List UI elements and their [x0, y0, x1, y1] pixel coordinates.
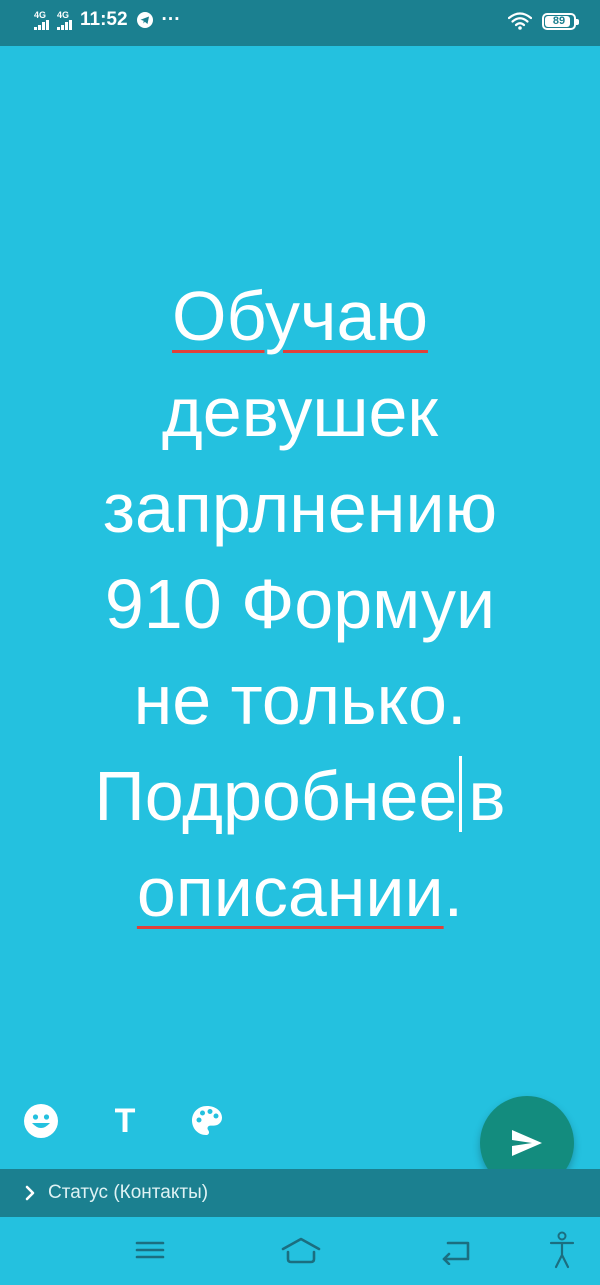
chevron-right-icon: [24, 1185, 36, 1201]
network-type-label: 4G: [57, 9, 70, 20]
text-line: Обучаю: [172, 277, 428, 355]
font-style-button[interactable]: T: [106, 1102, 144, 1140]
telegram-icon: [136, 12, 153, 28]
text-caret: [459, 756, 463, 832]
emoji-button[interactable]: [22, 1102, 60, 1140]
status-text-editor[interactable]: Обучаю девушек запрлнению 910 Формуи не …: [0, 268, 600, 940]
nav-accessibility-button[interactable]: [548, 1231, 576, 1271]
status-bar: 4G 4G 11:52 ··· 89: [0, 0, 600, 46]
misspelled-word: описании: [136, 853, 444, 931]
nav-back-button[interactable]: [440, 1235, 474, 1265]
signal-icon: 4G: [34, 9, 49, 30]
nav-home-button[interactable]: [280, 1235, 322, 1265]
menu-icon: [135, 1241, 165, 1259]
text-line: девушек: [161, 373, 439, 451]
status-privacy-bar[interactable]: Статус (Контакты): [0, 1169, 600, 1217]
text-line: описании.: [0, 844, 600, 940]
wifi-icon: [508, 12, 532, 30]
clock: 11:52: [80, 9, 128, 30]
status-bar-right: 89: [508, 12, 579, 30]
send-icon: [512, 1130, 542, 1156]
back-icon: [442, 1241, 470, 1265]
signal-icon: 4G: [57, 9, 72, 30]
text-line: 910 Формуи: [104, 565, 496, 643]
nav-menu-button[interactable]: [134, 1235, 166, 1265]
status-audience-label: Статус (Контакты): [48, 1182, 209, 1203]
accessibility-icon: [549, 1231, 575, 1269]
text-after-caret: в: [468, 757, 506, 835]
network-type-label: 4G: [34, 9, 47, 20]
text-line: запрлнению: [102, 469, 498, 547]
status-bar-left: 4G 4G 11:52 ···: [34, 9, 181, 31]
text-line: не только.: [133, 661, 467, 739]
more-notifications-icon: ···: [161, 9, 181, 30]
smiley-icon: [24, 1104, 58, 1138]
text-before-caret: Подробнее: [94, 757, 458, 835]
battery-level: 89: [552, 15, 566, 27]
background-color-button[interactable]: [188, 1102, 226, 1140]
home-icon: [281, 1237, 321, 1264]
text-line: Подробнее в: [0, 748, 600, 844]
system-nav-bar: [0, 1217, 600, 1285]
text-punctuation: .: [443, 853, 464, 931]
battery-icon: 89: [542, 12, 579, 30]
palette-icon: [192, 1106, 222, 1135]
editor-toolbar: T: [22, 1102, 226, 1140]
